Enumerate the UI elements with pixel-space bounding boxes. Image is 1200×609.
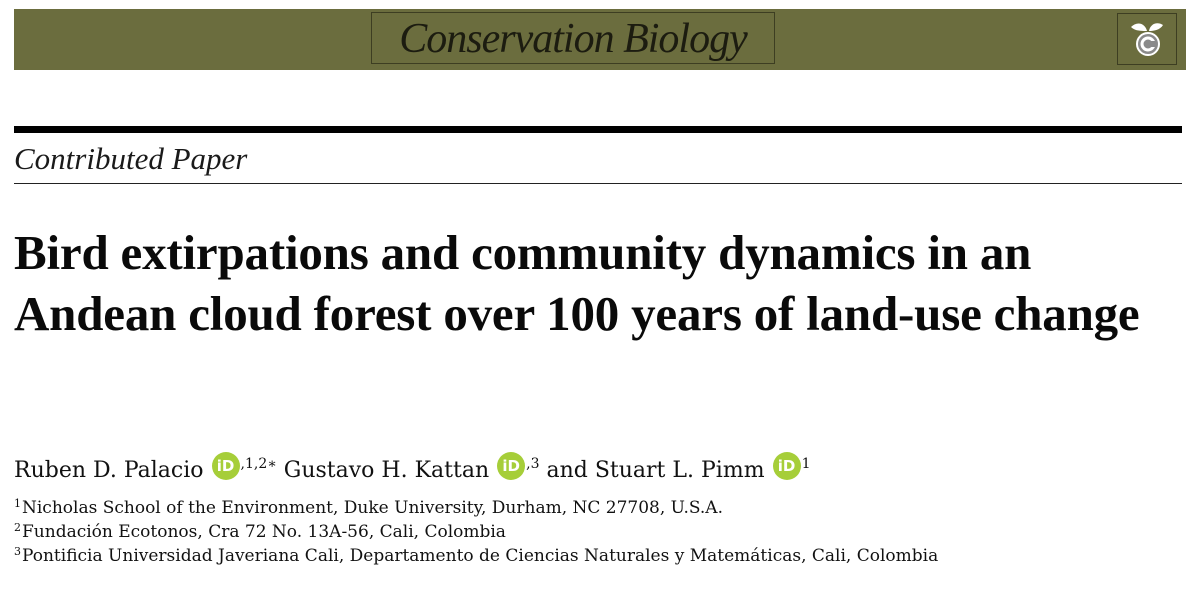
affiliation-number: 1 (14, 497, 21, 510)
affiliation-text: Nicholas School of the Environment, Duke… (22, 498, 723, 518)
affiliation-list: 1Nicholas School of the Environment, Duk… (14, 496, 1164, 568)
affiliation-item: 3Pontificia Universidad Javeriana Cali, … (14, 544, 1164, 568)
journal-title-box: Conservation Biology (371, 12, 775, 64)
bird-leaf-logo-icon (1131, 23, 1163, 56)
orcid-icon[interactable]: iD (497, 452, 526, 480)
header-rule (14, 126, 1182, 133)
author-name[interactable]: Gustavo H. Kattan (284, 458, 489, 483)
author-affiliation-marker: ,1,2∗ (240, 456, 277, 472)
affiliation-number: 3 (14, 545, 21, 558)
author-name[interactable]: and Stuart L. Pimm (546, 458, 764, 483)
orcid-icon[interactable]: iD (772, 452, 801, 480)
author-affiliation-marker: ,3 (526, 456, 540, 472)
author-list: Ruben D. Palacio iD ,1,2∗ Gustavo H. Katta… (14, 452, 1164, 488)
publisher-logo-box (1117, 13, 1177, 65)
author-name[interactable]: Ruben D. Palacio (14, 458, 204, 483)
journal-title: Conservation Biology (399, 16, 747, 62)
affiliation-text: Fundación Ecotonos, Cra 72 No. 13A-56, C… (22, 522, 506, 542)
author-affiliation-marker: 1 (801, 456, 811, 472)
orcid-icon[interactable]: iD (211, 452, 240, 480)
affiliation-item: 2Fundación Ecotonos, Cra 72 No. 13A-56, … (14, 520, 1164, 544)
paper-title: Bird extirpations and community dynamics… (14, 225, 1140, 341)
section-label: Contributed Paper (14, 141, 248, 176)
section-divider (14, 183, 1182, 184)
affiliation-text: Pontificia Universidad Javeriana Cali, D… (22, 546, 939, 566)
affiliation-item: 1Nicholas School of the Environment, Duk… (14, 496, 1164, 520)
affiliation-number: 2 (14, 521, 21, 534)
journal-banner: Conservation Biology (14, 9, 1186, 70)
